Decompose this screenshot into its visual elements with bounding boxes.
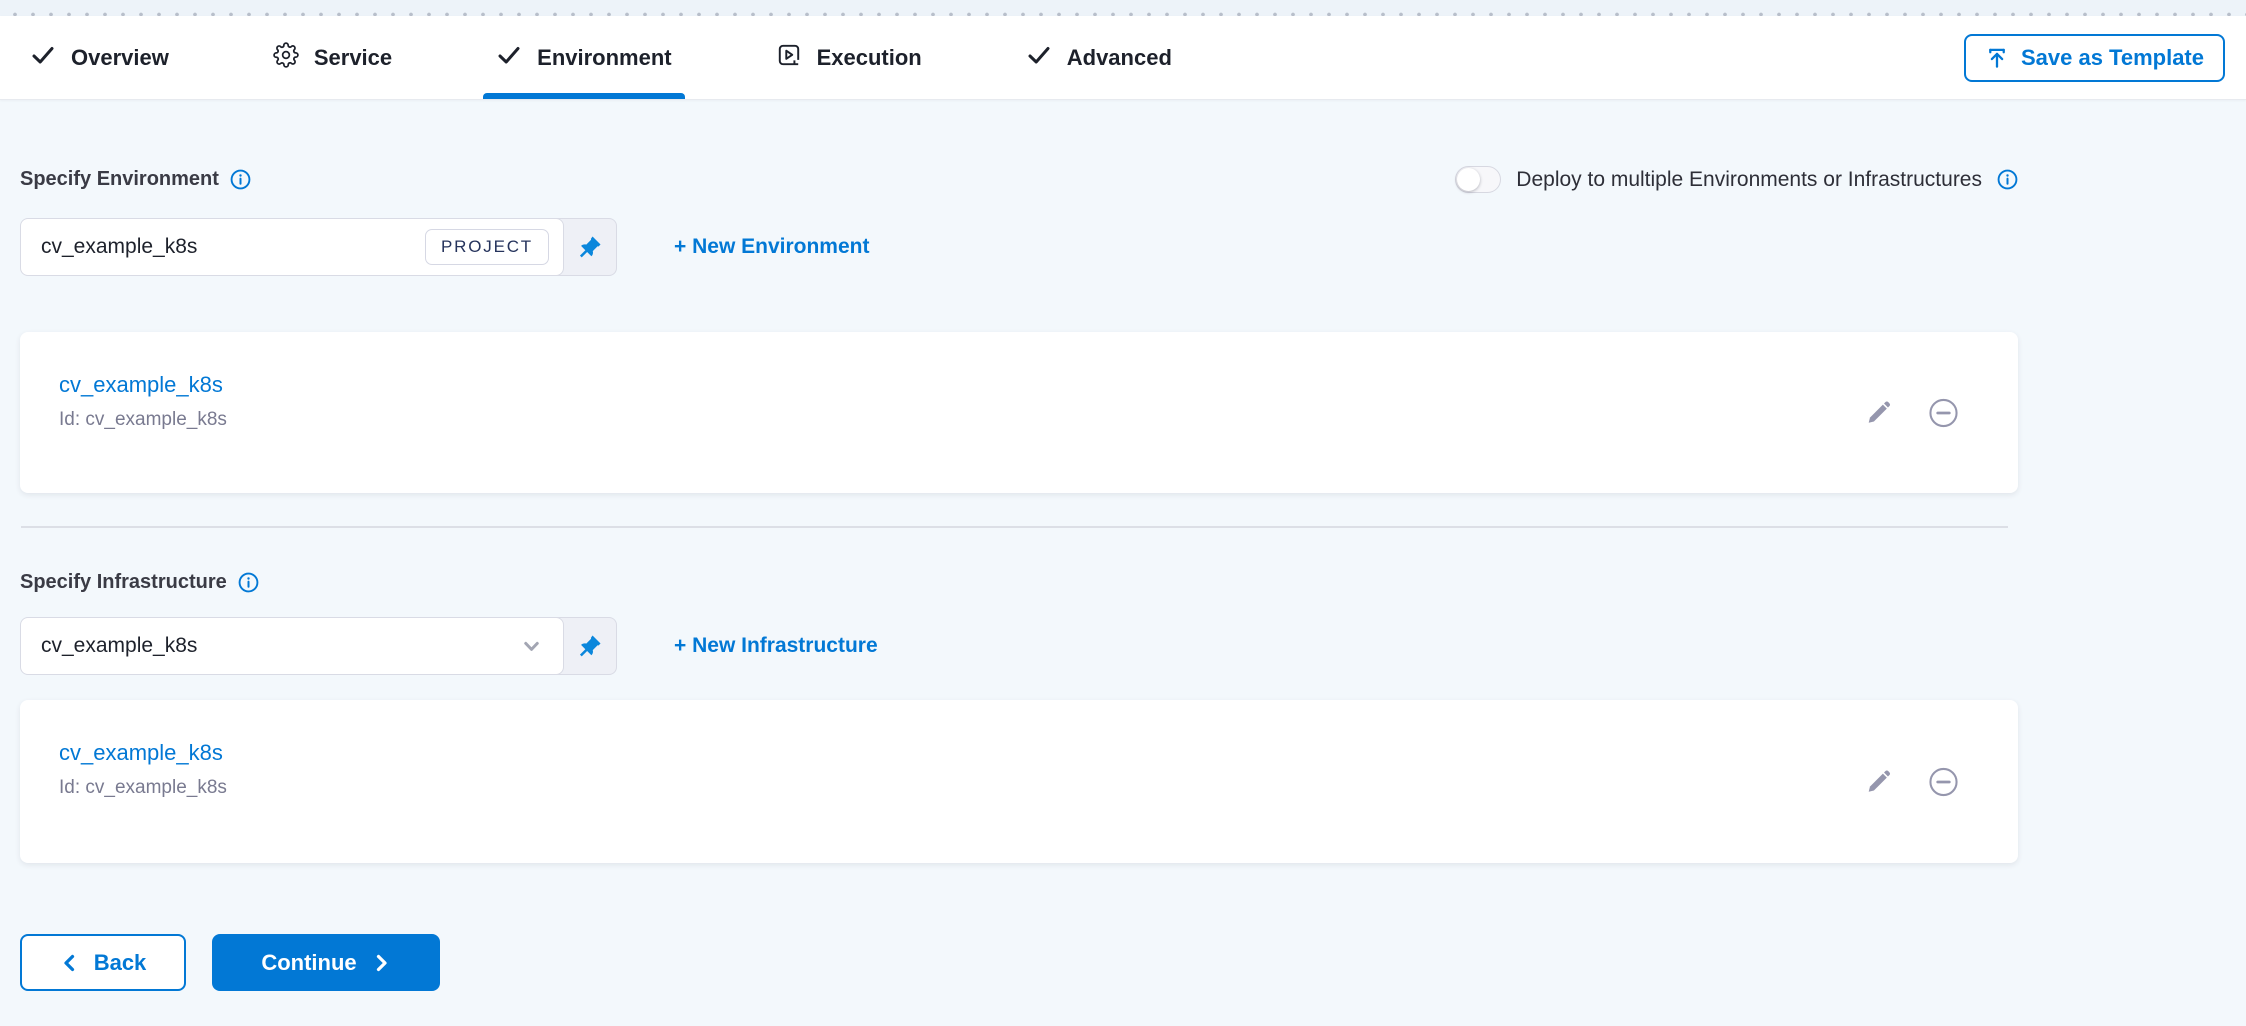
- multi-deploy-toggle[interactable]: [1455, 166, 1501, 193]
- infrastructure-name-link[interactable]: cv_example_k8s: [59, 740, 223, 766]
- toggle-knob: [1457, 168, 1480, 191]
- multi-deploy-toggle-label: Deploy to multiple Environments or Infra…: [1516, 168, 1982, 192]
- info-icon[interactable]: [230, 169, 251, 190]
- pin-button[interactable]: [556, 617, 617, 675]
- stage-tabbar: Overview Service Environment Execution A…: [0, 16, 2246, 100]
- tab-label: Environment: [537, 45, 671, 71]
- chevron-down-icon: [520, 635, 543, 658]
- info-icon[interactable]: [238, 572, 259, 593]
- info-icon[interactable]: [1997, 169, 2018, 190]
- tab-environment[interactable]: Environment: [496, 16, 671, 99]
- minus-circle-icon: [1927, 765, 1960, 798]
- check-icon: [496, 42, 522, 74]
- infrastructure-header-row: Specify Infrastructure: [20, 571, 259, 594]
- edit-environment-button[interactable]: [1866, 400, 1891, 425]
- specify-environment-label: Specify Environment: [20, 168, 251, 191]
- execution-play-icon: [776, 42, 802, 74]
- pencil-icon: [1866, 769, 1891, 794]
- gear-icon: [273, 42, 299, 74]
- environment-card-actions: [1866, 396, 1960, 429]
- tab-execution[interactable]: Execution: [776, 16, 922, 99]
- tab-service[interactable]: Service: [273, 16, 392, 99]
- remove-infrastructure-button[interactable]: [1927, 765, 1960, 798]
- edit-infrastructure-button[interactable]: [1866, 769, 1891, 794]
- check-icon: [30, 42, 56, 74]
- footer-actions: Back Continue: [20, 934, 440, 991]
- tab-label: Service: [314, 45, 392, 71]
- minus-circle-icon: [1927, 396, 1960, 429]
- environment-header-row: Specify Environment Deploy to multiple E…: [20, 166, 2018, 193]
- infrastructure-id-text: Id: cv_example_k8s: [59, 777, 2018, 799]
- tab-overview[interactable]: Overview: [30, 16, 169, 99]
- save-as-template-label: Save as Template: [2021, 45, 2204, 71]
- new-infrastructure-link[interactable]: + New Infrastructure: [674, 634, 878, 658]
- pin-icon: [576, 633, 603, 660]
- top-dotted-strip: [0, 0, 2246, 16]
- chevron-right-icon: [371, 953, 391, 973]
- upload-icon: [1985, 46, 2009, 70]
- multi-deploy-toggle-row: Deploy to multiple Environments or Infra…: [1455, 166, 2018, 193]
- pin-icon: [576, 234, 603, 261]
- back-label: Back: [94, 950, 147, 976]
- section-divider: [21, 526, 2008, 528]
- infrastructure-card: cv_example_k8s Id: cv_example_k8s: [20, 700, 2018, 863]
- scope-badge: PROJECT: [425, 229, 549, 265]
- infrastructure-input-row: cv_example_k8s + New Infrastructure: [20, 617, 878, 675]
- infrastructure-select-value: cv_example_k8s: [41, 634, 510, 658]
- environment-name-input[interactable]: [41, 235, 415, 259]
- chevron-left-icon: [60, 953, 80, 973]
- tab-advanced[interactable]: Advanced: [1026, 16, 1172, 99]
- check-icon: [1026, 42, 1052, 74]
- tab-list: Overview Service Environment Execution A…: [30, 16, 1172, 99]
- pencil-icon: [1866, 400, 1891, 425]
- infrastructure-card-actions: [1866, 765, 1960, 798]
- pin-button[interactable]: [556, 218, 617, 276]
- infrastructure-field-group: cv_example_k8s: [20, 617, 617, 675]
- environment-field: PROJECT: [20, 218, 564, 276]
- environment-field-group: PROJECT: [20, 218, 617, 276]
- environment-card: cv_example_k8s Id: cv_example_k8s: [20, 332, 2018, 493]
- tab-label: Overview: [71, 45, 169, 71]
- continue-label: Continue: [261, 950, 356, 976]
- specify-infrastructure-label: Specify Infrastructure: [20, 571, 259, 594]
- tab-label: Execution: [817, 45, 922, 71]
- back-button[interactable]: Back: [20, 934, 186, 991]
- environment-id-text: Id: cv_example_k8s: [59, 409, 2018, 431]
- tab-label: Advanced: [1067, 45, 1172, 71]
- environment-name-link[interactable]: cv_example_k8s: [59, 372, 223, 398]
- save-as-template-button[interactable]: Save as Template: [1964, 34, 2225, 82]
- remove-environment-button[interactable]: [1927, 396, 1960, 429]
- new-environment-link[interactable]: + New Environment: [674, 235, 869, 259]
- environment-input-row: PROJECT + New Environment: [20, 218, 869, 276]
- infrastructure-select[interactable]: cv_example_k8s: [20, 617, 564, 675]
- continue-button[interactable]: Continue: [212, 934, 440, 991]
